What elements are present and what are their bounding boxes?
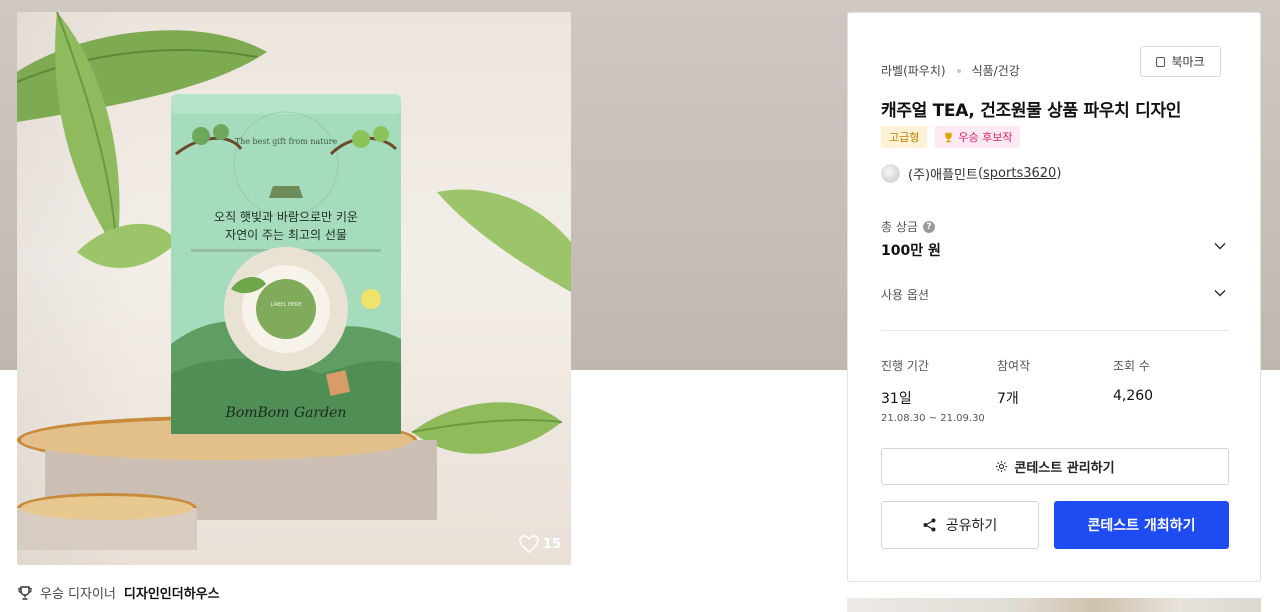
- owner-company: (주)애플민트: [908, 168, 978, 183]
- stat-value: 31일: [881, 391, 912, 407]
- prize-label-text: 총 상금: [881, 220, 918, 234]
- pouch-headline-1: 오직 햇빛과 바람으로만 키운: [214, 209, 358, 224]
- stat-date-range: 21.08.30 ~ 21.09.30: [881, 413, 985, 424]
- winner-candidate-label: 우승 후보작: [958, 131, 1013, 144]
- badge-row: 고급형 우승 후보작: [881, 126, 1021, 148]
- breadcrumb-subcategory[interactable]: 식품/건강: [972, 62, 1020, 79]
- prize-label: 총 상금 ?: [881, 218, 935, 235]
- breadcrumb: 라벨(파우치) 식품/건강: [881, 62, 1020, 79]
- tea-pouch: The best gift from nature 오직 햇빛과 바람으로만 키…: [171, 94, 401, 434]
- stat-label: 참여작: [997, 359, 1031, 373]
- pouch-arc-text: The best gift from nature: [235, 137, 338, 146]
- stat-value: 7개: [997, 391, 1019, 407]
- share-label: 공유하기: [945, 518, 998, 534]
- manage-contest-label: 콘테스트 관리하기: [1014, 461, 1115, 476]
- contest-owner: (주)애플민트(sports3620): [881, 164, 1061, 183]
- options-label: 사용 옵션: [881, 288, 929, 302]
- chevron-down-icon[interactable]: [1214, 242, 1226, 250]
- pouch-headline-2: 자연이 주는 최고의 선물: [225, 228, 347, 242]
- contest-title: 캐주얼 TEA, 건조원물 상품 파우치 디자인: [881, 101, 1182, 121]
- breadcrumb-separator: [956, 68, 961, 73]
- winner-candidate-badge: 우승 후보작: [935, 126, 1021, 148]
- prize-value: 100만 원: [881, 243, 941, 259]
- heart-icon: [519, 535, 539, 553]
- bookmark-button[interactable]: 북마크: [1140, 46, 1221, 77]
- avatar: [881, 164, 900, 183]
- host-contest-button[interactable]: 콘테스트 개최하기: [1054, 501, 1229, 549]
- winner-designer: 우승 디자이너 디자인인더하우스: [18, 583, 220, 602]
- winner-designer-name[interactable]: 디자인인더하우스: [124, 583, 220, 602]
- chevron-down-icon[interactable]: [1214, 289, 1226, 297]
- stat-entries: 참여작 7개: [997, 357, 1030, 408]
- stat-views: 조회 수 4,260: [1113, 357, 1153, 404]
- winner-prefix: 우승 디자이너: [40, 587, 116, 602]
- share-button[interactable]: 공유하기: [881, 501, 1039, 549]
- pouch-label-text: LABEL HERE: [271, 302, 302, 308]
- trophy-icon: [18, 585, 32, 600]
- stat-value: 4,260: [1113, 388, 1154, 404]
- next-card-preview[interactable]: [847, 598, 1261, 612]
- divider: [881, 330, 1229, 331]
- like-button[interactable]: 15: [519, 535, 561, 553]
- gear-icon: [996, 460, 1008, 473]
- breadcrumb-category[interactable]: 라벨(파우치): [881, 62, 946, 79]
- share-icon: [923, 518, 936, 532]
- stat-label: 조회 수: [1113, 359, 1150, 373]
- product-image[interactable]: The best gift from nature 오직 햇빛과 바람으로만 키…: [17, 12, 571, 565]
- like-count: 15: [542, 536, 561, 552]
- premium-badge: 고급형: [881, 126, 928, 148]
- stat-label: 진행 기간: [881, 359, 929, 373]
- help-icon[interactable]: ?: [922, 220, 935, 233]
- contest-info-panel: 라벨(파우치) 식품/건강 북마크 캐주얼 TEA, 건조원물 상품 파우치 디…: [847, 12, 1261, 582]
- bookmark-icon: [1156, 56, 1166, 67]
- stat-duration: 진행 기간 31일 21.08.30 ~ 21.09.30: [881, 357, 985, 424]
- bookmark-label: 북마크: [1171, 55, 1205, 69]
- pouch-brand: BomBom Garden: [225, 405, 347, 421]
- owner-handle-link[interactable]: sports3620: [983, 166, 1056, 181]
- manage-contest-button[interactable]: 콘테스트 관리하기: [881, 448, 1229, 485]
- trophy-icon: [945, 132, 953, 142]
